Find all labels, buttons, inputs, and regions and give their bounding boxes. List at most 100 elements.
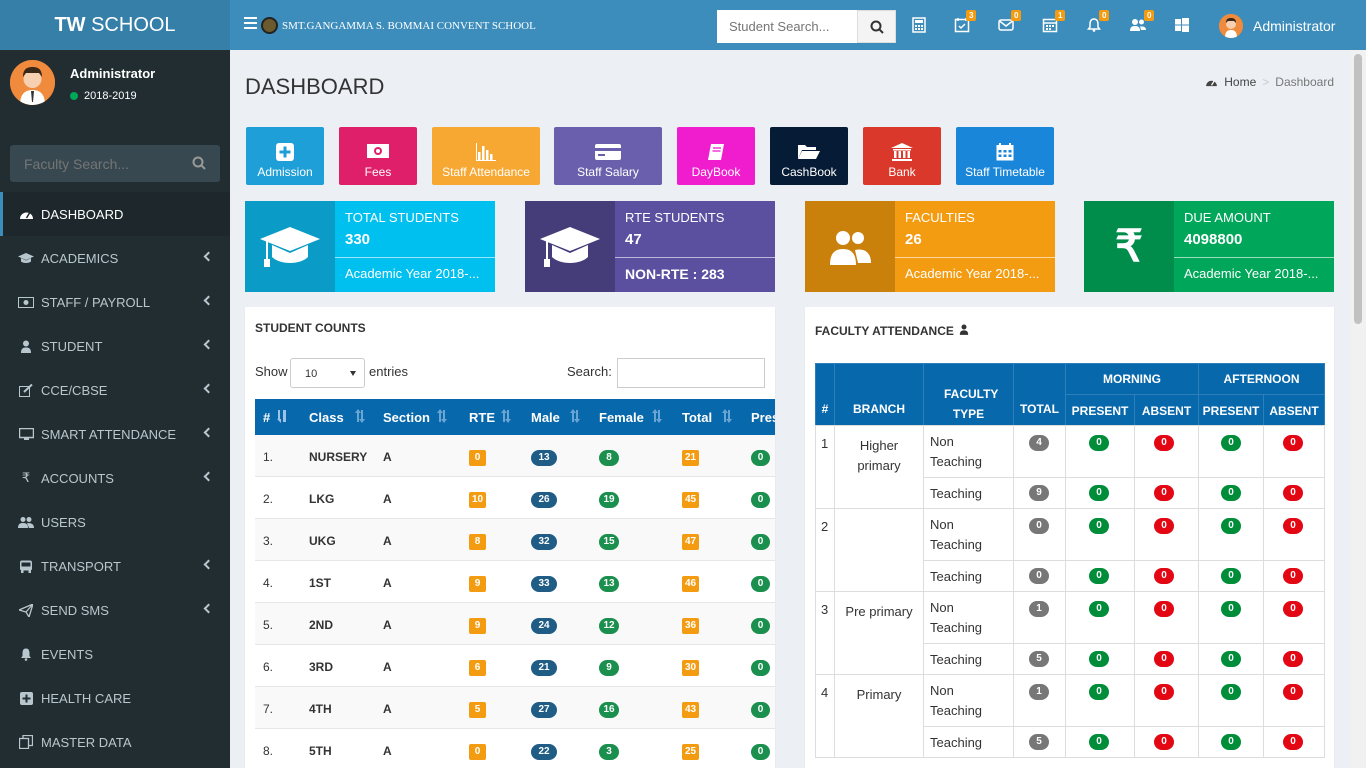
daybook-button[interactable]: DayBook bbox=[677, 127, 755, 185]
top-navbar: SMT.GANGAMMA S. BOMMAI CONVENT SCHOOL 3 … bbox=[230, 0, 1366, 50]
user-menu[interactable]: Administrator bbox=[1219, 14, 1335, 38]
scrollbar-thumb[interactable] bbox=[1354, 54, 1362, 324]
sort-icon[interactable] bbox=[355, 409, 365, 423]
bell-icon bbox=[18, 647, 34, 661]
app-logo[interactable]: TW SCHOOL bbox=[0, 0, 230, 50]
section-cell: A bbox=[383, 576, 392, 590]
morning-present-cell: 0 bbox=[1065, 674, 1135, 727]
due-amount-box: ₹ DUE AMOUNT 4098800 Academic Year 2018-… bbox=[1084, 201, 1334, 292]
section-cell: A bbox=[383, 702, 392, 716]
rte-badge: 9 bbox=[469, 576, 486, 592]
class-cell: 3RD bbox=[309, 660, 334, 674]
group-number-cell: 2 bbox=[815, 508, 835, 592]
sidebar-user-panel: Administrator 2018-2019 bbox=[10, 60, 220, 120]
staff-salary-button[interactable]: Staff Salary bbox=[554, 127, 662, 185]
windows-icon[interactable] bbox=[1174, 17, 1192, 33]
row-number: 1 bbox=[821, 436, 829, 451]
total-cell: 0 bbox=[1013, 560, 1066, 592]
calendar-icon bbox=[956, 143, 1054, 161]
sidebar-item-users[interactable]: USERS bbox=[0, 500, 230, 544]
entries-select[interactable]: 10 bbox=[290, 358, 365, 388]
users-icon bbox=[805, 201, 895, 292]
table-search-input[interactable] bbox=[617, 358, 765, 388]
breadcrumb-home-link[interactable]: Home bbox=[1224, 75, 1256, 89]
count-pill: 4 bbox=[1029, 435, 1049, 451]
calculator-icon[interactable] bbox=[911, 17, 929, 33]
column-header-present[interactable]: Pres bbox=[751, 410, 775, 425]
chevron-left-icon bbox=[203, 295, 214, 306]
sidebar-item-dashboard[interactable]: DASHBOARD bbox=[0, 192, 230, 236]
column-header-section[interactable]: Section bbox=[383, 410, 430, 425]
search-icon[interactable] bbox=[192, 156, 206, 170]
breadcrumb-current: Dashboard bbox=[1275, 75, 1334, 89]
hamburger-menu-icon[interactable] bbox=[244, 17, 257, 29]
morning-absent-cell: 0 bbox=[1134, 643, 1199, 675]
count-pill: 0 bbox=[1221, 435, 1241, 451]
staff-timetable-button[interactable]: Staff Timetable bbox=[956, 127, 1054, 185]
user-name: Administrator bbox=[1253, 18, 1336, 34]
faculty-search bbox=[10, 145, 220, 182]
total-badge: 46 bbox=[682, 576, 700, 592]
plus-square-icon bbox=[18, 691, 34, 705]
morning-present-cell: 0 bbox=[1065, 508, 1135, 561]
sort-icon[interactable] bbox=[501, 409, 511, 423]
column-header-faculty-type: FACULTY TYPE bbox=[944, 387, 999, 421]
sort-icon[interactable] bbox=[652, 409, 662, 423]
branch-name: Higher primary bbox=[857, 438, 901, 473]
staff-attendance-button[interactable]: Staff Attendance bbox=[432, 127, 540, 185]
plus-square-icon bbox=[246, 143, 324, 161]
faculty-search-input[interactable] bbox=[10, 145, 180, 182]
sidebar-item-academics[interactable]: ACADEMICS bbox=[0, 236, 230, 280]
class-cell: LKG bbox=[309, 492, 335, 506]
rte-badge: 0 bbox=[469, 450, 486, 466]
sidebar-item-staff-payroll[interactable]: STAFF / PAYROLL bbox=[0, 280, 230, 324]
info-box-title: DUE AMOUNT bbox=[1184, 210, 1271, 225]
header-cell: TOTAL bbox=[1013, 363, 1066, 426]
count-pill: 5 bbox=[1029, 651, 1049, 667]
count-pill: 0 bbox=[1221, 518, 1241, 534]
female-badge: 12 bbox=[599, 618, 619, 634]
rte-badge: 9 bbox=[469, 618, 486, 634]
sidebar-item-smart-attendance[interactable]: SMART ATTENDANCE bbox=[0, 412, 230, 456]
header-cell: ABSENT bbox=[1263, 394, 1325, 426]
dashboard-icon bbox=[18, 207, 34, 221]
page-scrollbar[interactable] bbox=[1350, 50, 1366, 768]
admission-button[interactable]: Admission bbox=[246, 127, 324, 185]
sort-icon[interactable] bbox=[277, 409, 287, 423]
faculty-type-cell: Non Teaching bbox=[923, 425, 1014, 478]
column-header-total[interactable]: Total bbox=[682, 410, 712, 425]
sidebar-item-master-data[interactable]: MASTER DATA bbox=[0, 720, 230, 764]
sort-icon[interactable] bbox=[437, 409, 447, 423]
column-header-num[interactable]: # bbox=[263, 410, 270, 425]
column-header-rte[interactable]: RTE bbox=[469, 410, 495, 425]
morning-present-cell: 0 bbox=[1065, 425, 1135, 478]
column-header-class[interactable]: Class bbox=[309, 410, 344, 425]
fees-button[interactable]: Fees bbox=[339, 127, 417, 185]
sort-icon[interactable] bbox=[570, 409, 580, 423]
row-number: 1. bbox=[263, 450, 274, 464]
search-button[interactable] bbox=[857, 10, 896, 43]
sidebar-item-transport[interactable]: TRANSPORT bbox=[0, 544, 230, 588]
present-badge: 0 bbox=[751, 492, 770, 508]
sidebar-item-health-care[interactable]: HEALTH CARE bbox=[0, 676, 230, 720]
branch-cell: Higher primary bbox=[834, 425, 924, 509]
morning-present-cell: 0 bbox=[1065, 591, 1135, 644]
column-header-female[interactable]: Female bbox=[599, 410, 644, 425]
faculty-type: Teaching bbox=[930, 486, 983, 501]
sidebar-item-cce-cbse[interactable]: CCE/CBSE bbox=[0, 368, 230, 412]
chevron-left-icon bbox=[203, 471, 214, 482]
morning-absent-cell: 0 bbox=[1134, 674, 1199, 727]
sidebar-item-student[interactable]: STUDENT bbox=[0, 324, 230, 368]
sidebar-item-events[interactable]: EVENTS bbox=[0, 632, 230, 676]
bank-button[interactable]: Bank bbox=[863, 127, 941, 185]
cashbook-button[interactable]: CashBook bbox=[770, 127, 848, 185]
student-search-input[interactable] bbox=[717, 10, 857, 43]
sidebar-item-accounts[interactable]: ₹ ACCOUNTS bbox=[0, 456, 230, 500]
sort-icon[interactable] bbox=[722, 409, 732, 423]
faculty-type: Teaching bbox=[930, 569, 983, 584]
sidebar-item-send-sms[interactable]: SEND SMS bbox=[0, 588, 230, 632]
total-badge: 45 bbox=[682, 492, 700, 508]
column-header-male[interactable]: Male bbox=[531, 410, 560, 425]
total-students-box: TOTAL STUDENTS 330 Academic Year 2018-..… bbox=[245, 201, 495, 292]
rte-badge: 5 bbox=[469, 702, 486, 718]
